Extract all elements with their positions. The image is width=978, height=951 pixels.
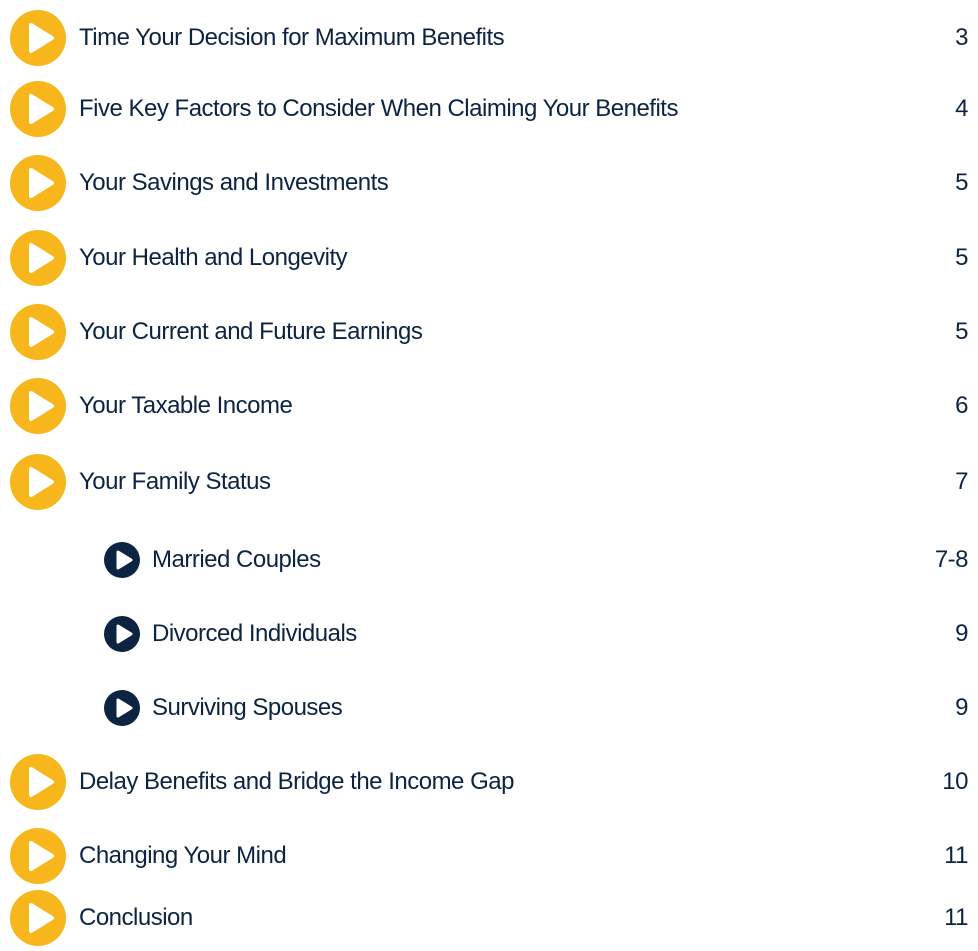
toc-subitem-divorced-individuals[interactable]: Divorced Individuals 9 [0, 604, 978, 664]
toc-item-page-number: 11 [944, 842, 968, 869]
play-icon [10, 754, 66, 810]
play-icon [10, 155, 66, 211]
toc-item-conclusion[interactable]: Conclusion 11 [0, 888, 978, 948]
toc-item-page-number: 5 [955, 244, 968, 271]
toc-subitem-surviving-spouses[interactable]: Surviving Spouses 9 [0, 678, 978, 738]
toc-item-label: Surviving Spouses [152, 694, 343, 721]
toc-item-page-number: 9 [955, 694, 968, 721]
toc-item-page-number: 5 [955, 318, 968, 345]
toc-item-label: Your Health and Longevity [79, 244, 348, 271]
toc-item-label: Conclusion [79, 904, 193, 931]
toc-item-label: Time Your Decision for Maximum Benefits [79, 24, 505, 51]
play-icon [104, 690, 140, 726]
play-icon [10, 454, 66, 510]
play-icon [10, 230, 66, 286]
play-icon [10, 378, 66, 434]
toc-item-label: Your Taxable Income [79, 392, 293, 419]
toc-item-savings-investments[interactable]: Your Savings and Investments 5 [0, 153, 978, 213]
toc-item-family-status[interactable]: Your Family Status 7 [0, 452, 978, 512]
toc-item-label: Your Family Status [79, 468, 271, 495]
toc-item-page-number: 11 [944, 904, 968, 931]
table-of-contents: Time Your Decision for Maximum Benefits … [0, 0, 978, 951]
toc-item-delay-benefits[interactable]: Delay Benefits and Bridge the Income Gap… [0, 752, 978, 812]
toc-item-label: Delay Benefits and Bridge the Income Gap [79, 768, 514, 795]
toc-item-page-number: 3 [955, 24, 968, 51]
toc-item-label: Five Key Factors to Consider When Claimi… [79, 95, 678, 122]
toc-item-page-number: 6 [955, 392, 968, 419]
toc-item-page-number: 5 [955, 169, 968, 196]
toc-item-label: Your Current and Future Earnings [79, 318, 423, 345]
play-icon [10, 828, 66, 884]
toc-item-page-number: 10 [942, 768, 968, 795]
toc-item-page-number: 9 [955, 620, 968, 647]
toc-item-taxable-income[interactable]: Your Taxable Income 6 [0, 376, 978, 436]
toc-item-page-number: 7-8 [934, 546, 969, 573]
toc-item-label: Divorced Individuals [152, 620, 357, 647]
toc-item-label: Your Savings and Investments [79, 169, 389, 196]
toc-item-label: Changing Your Mind [79, 842, 287, 869]
play-icon [104, 542, 140, 578]
play-icon [10, 81, 66, 137]
play-icon [104, 616, 140, 652]
toc-subitem-married-couples[interactable]: Married Couples 7-8 [0, 530, 978, 590]
play-icon [10, 304, 66, 360]
toc-item-page-number: 7 [955, 468, 968, 495]
toc-item-changing-your-mind[interactable]: Changing Your Mind 11 [0, 826, 978, 886]
toc-item-time-your-decision[interactable]: Time Your Decision for Maximum Benefits … [0, 8, 978, 68]
toc-item-current-future-earnings[interactable]: Your Current and Future Earnings 5 [0, 302, 978, 362]
play-icon [10, 890, 66, 946]
toc-item-label: Married Couples [152, 546, 321, 573]
toc-item-health-longevity[interactable]: Your Health and Longevity 5 [0, 228, 978, 288]
toc-item-page-number: 4 [955, 95, 968, 122]
toc-item-five-key-factors[interactable]: Five Key Factors to Consider When Claimi… [0, 79, 978, 139]
play-icon [10, 10, 66, 66]
